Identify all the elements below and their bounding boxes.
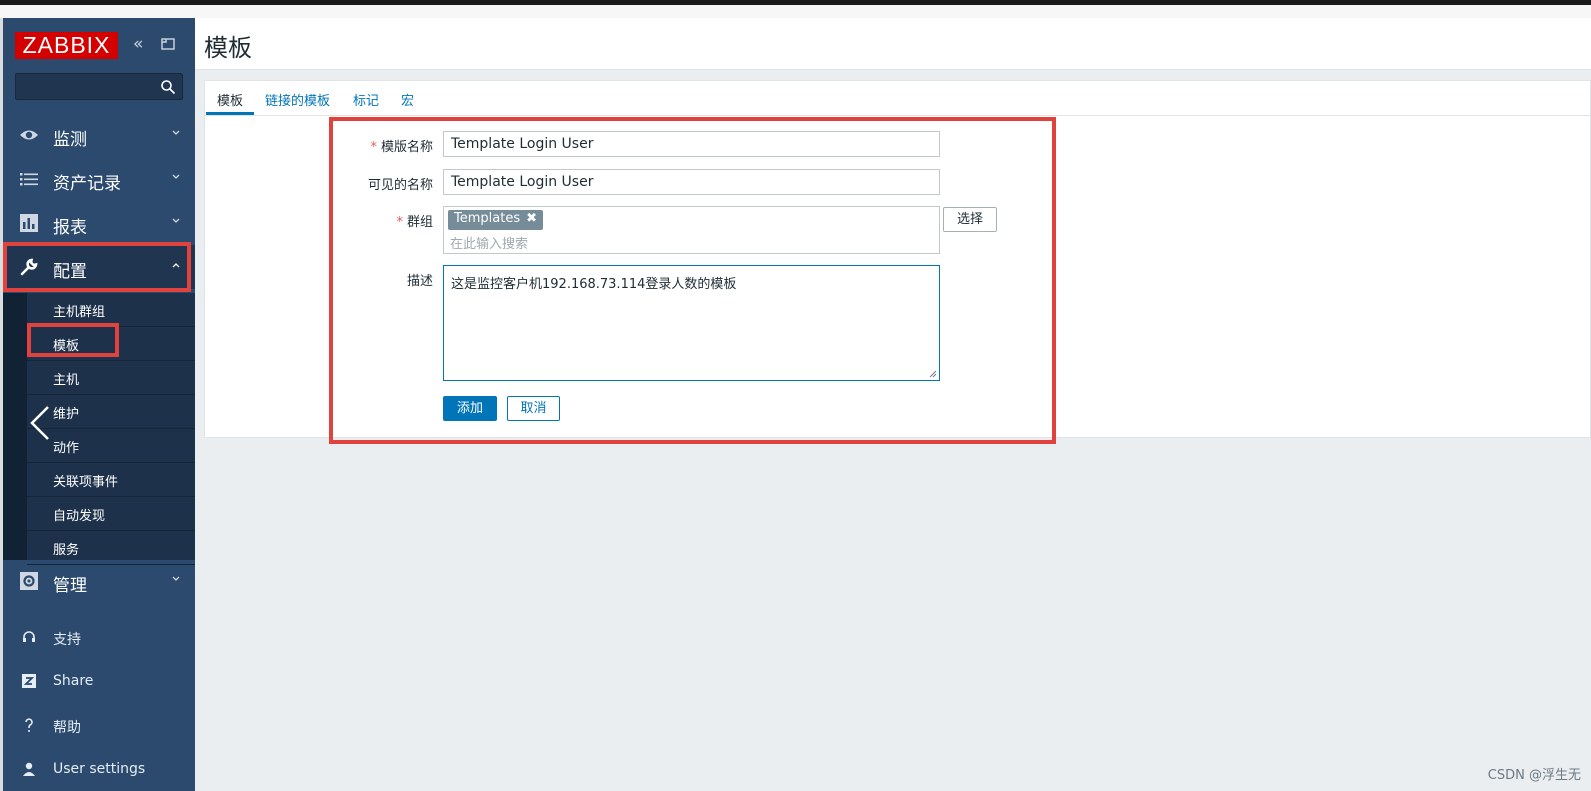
list-icon: [20, 173, 38, 186]
eye-icon: [20, 130, 38, 140]
submenu-item-actions[interactable]: 动作: [27, 429, 195, 463]
menu-item-label: 报表: [53, 218, 87, 238]
sidebar-item-label: User settings: [53, 761, 146, 777]
tab-template[interactable]: 模板: [217, 90, 243, 109]
headset-icon: [23, 631, 35, 642]
sidebar-item-help[interactable]: 帮助: [3, 706, 195, 746]
menu-item-monitoring[interactable]: 监测: [3, 113, 195, 157]
submenu-item-event-correlation[interactable]: 关联项事件: [27, 463, 195, 497]
sidebar-item-support[interactable]: 支持: [3, 618, 195, 658]
help-icon: [25, 718, 33, 732]
share-icon: [22, 674, 36, 688]
page-title: 模板: [204, 34, 252, 62]
browser-toolbar-strip: [0, 5, 1591, 18]
collapse-sidebar-icon[interactable]: «: [133, 34, 153, 54]
menu-item-label: 管理: [53, 576, 87, 596]
menu-item-inventory[interactable]: 资产记录: [3, 157, 195, 201]
sidebar-item-label: Share: [53, 673, 94, 689]
tab-macros[interactable]: 宏: [401, 90, 414, 109]
kiosk-mode-icon[interactable]: [160, 36, 176, 52]
submenu-rail: [3, 293, 27, 560]
annotation-box-form: [329, 117, 1056, 444]
menu-item-administration[interactable]: 管理: [3, 559, 195, 603]
active-tab-indicator: [206, 112, 254, 115]
chevron-down-icon: [172, 576, 180, 581]
search-icon[interactable]: [160, 79, 176, 95]
submenu-item-label: 维护: [53, 407, 80, 422]
bar-chart-icon: [20, 214, 38, 232]
watermark: CSDN @浮生无: [1487, 768, 1581, 783]
menu-item-label: 监测: [53, 130, 87, 150]
tab-linked-templates[interactable]: 链接的模板: [265, 90, 330, 109]
sidebar-search-input[interactable]: [15, 73, 183, 100]
page-header: [195, 18, 1591, 70]
submenu-item-host-groups[interactable]: 主机群组: [27, 293, 195, 327]
back-arrow-icon[interactable]: [28, 405, 52, 441]
submenu-item-label: 自动发现: [53, 509, 106, 524]
chevron-down-icon: [172, 174, 180, 179]
tab-bar: 模板 链接的模板 标记 宏: [205, 81, 1591, 116]
gear-icon: [20, 572, 38, 590]
sidebar-item-share[interactable]: Share: [3, 662, 195, 702]
sidebar-item-label: 帮助: [53, 720, 81, 736]
user-icon: [23, 762, 35, 776]
tab-tags[interactable]: 标记: [353, 90, 379, 109]
zabbix-logo[interactable]: ZABBIX: [15, 32, 118, 59]
submenu-item-label: 关联项事件: [53, 475, 119, 490]
menu-item-label: 资产记录: [53, 174, 121, 194]
header-divider: [195, 69, 1591, 70]
annotation-box-configuration: [3, 242, 191, 292]
menu-item-reports[interactable]: 报表: [3, 201, 195, 245]
annotation-box-templates: [27, 323, 119, 357]
chevron-down-icon: [172, 130, 180, 135]
sidebar-item-label: 支持: [53, 632, 81, 648]
submenu-item-discovery[interactable]: 自动发现: [27, 497, 195, 531]
submenu-item-label: 动作: [53, 441, 80, 456]
submenu-item-label: 主机群组: [53, 305, 106, 320]
submenu-item-maintenance[interactable]: 维护: [27, 395, 195, 429]
sidebar-item-user-settings[interactable]: User settings: [3, 750, 195, 790]
submenu-item-hosts[interactable]: 主机: [27, 361, 195, 395]
chevron-down-icon: [172, 218, 180, 223]
submenu-item-label: 服务: [53, 543, 80, 558]
submenu-item-label: 主机: [53, 373, 80, 388]
